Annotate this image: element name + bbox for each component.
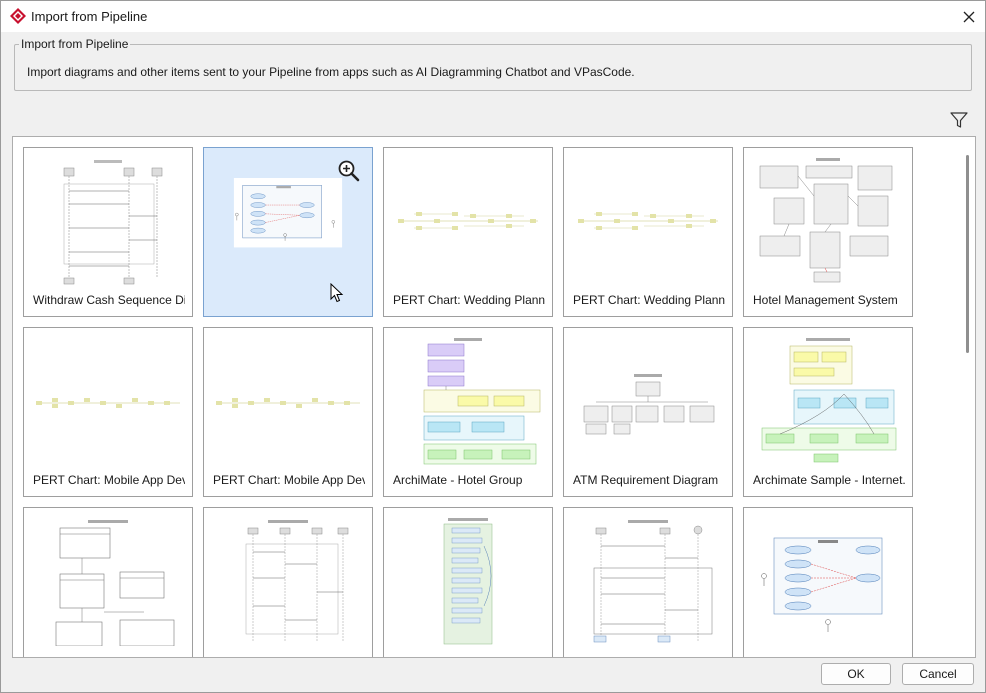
ok-button[interactable]: OK	[821, 663, 891, 685]
diagram-thumbnail	[583, 374, 715, 435]
filter-icon[interactable]	[949, 110, 969, 130]
title-bar: Import from Pipeline	[1, 1, 985, 32]
close-button[interactable]	[953, 1, 985, 32]
diagram-card[interactable]: Withdraw Cash Sequence Di...	[23, 147, 193, 317]
scrollbar-thumb[interactable]	[966, 155, 969, 353]
cancel-button[interactable]: Cancel	[902, 663, 974, 685]
diagram-card-label: PERT Chart: Mobile App Dev...	[213, 473, 365, 487]
diagram-card-label: Withdraw Cash Sequence Di...	[33, 293, 185, 307]
diagram-thumbnail	[761, 338, 897, 463]
diagram-card[interactable]	[743, 507, 913, 657]
group-description: Import diagrams and other items sent to …	[27, 65, 635, 79]
diagram-card[interactable]	[203, 507, 373, 657]
zoom-in-icon[interactable]	[337, 159, 361, 183]
visual-paradigm-logo-icon	[10, 8, 26, 24]
diagram-thumbnail	[759, 158, 893, 283]
diagram-thumbnail	[398, 212, 538, 230]
diagram-card-label: ATM Requirement Diagram	[573, 473, 719, 487]
diagram-card[interactable]: PERT Chart: Mobile App Dev...	[203, 327, 373, 497]
diagram-card-label: PERT Chart: Wedding Planning	[573, 293, 725, 307]
diagram-thumbnail	[593, 520, 713, 643]
diagram-card[interactable]	[23, 507, 193, 657]
diagram-card-label: Archimate Sample - Internet...	[753, 473, 905, 487]
diagram-grid: Withdraw Cash Sequence Di... PERT Chart:…	[12, 136, 976, 658]
diagram-card[interactable]: ArchiMate - Hotel Group	[383, 327, 553, 497]
diagram-card[interactable]	[563, 507, 733, 657]
diagram-thumbnail	[761, 537, 883, 632]
diagram-thumbnail	[443, 518, 493, 645]
diagram-card[interactable]: ATM Requirement Diagram	[563, 327, 733, 497]
diagram-card[interactable]: Archimate Sample - Internet...	[743, 327, 913, 497]
diagram-card-label: ArchiMate - Hotel Group	[393, 473, 523, 487]
diagram-card-label: Hotel Management System	[753, 293, 898, 307]
import-from-pipeline-dialog: Import from Pipeline Import from Pipelin…	[0, 0, 986, 693]
pipeline-groupbox: Import from Pipeline Import diagrams and…	[14, 37, 972, 91]
diagram-thumbnail	[63, 160, 163, 285]
diagram-thumbnail	[55, 520, 175, 646]
diagram-card[interactable]: PERT Chart: Wedding Planning	[563, 147, 733, 317]
diagram-card[interactable]: PERT Chart: Wedding Planning	[383, 147, 553, 317]
diagram-card-selected[interactable]	[203, 147, 373, 317]
diagram-card-label: PERT Chart: Mobile App Dev...	[33, 473, 185, 487]
close-icon	[963, 11, 975, 22]
diagram-thumbnail	[216, 398, 360, 408]
diagram-card[interactable]	[383, 507, 553, 657]
diagram-card[interactable]: Hotel Management System	[743, 147, 913, 317]
diagram-thumbnail	[233, 178, 343, 248]
diagram-thumbnail	[423, 338, 541, 465]
group-legend: Import from Pipeline	[19, 37, 131, 51]
diagram-thumbnail	[578, 212, 718, 230]
window-title: Import from Pipeline	[31, 9, 148, 24]
diagram-card[interactable]: PERT Chart: Mobile App Dev...	[23, 327, 193, 497]
mouse-cursor-icon	[330, 283, 344, 303]
diagram-thumbnail	[36, 398, 180, 408]
diagram-card-label: PERT Chart: Wedding Planning	[393, 293, 545, 307]
diagram-thumbnail	[245, 520, 349, 642]
